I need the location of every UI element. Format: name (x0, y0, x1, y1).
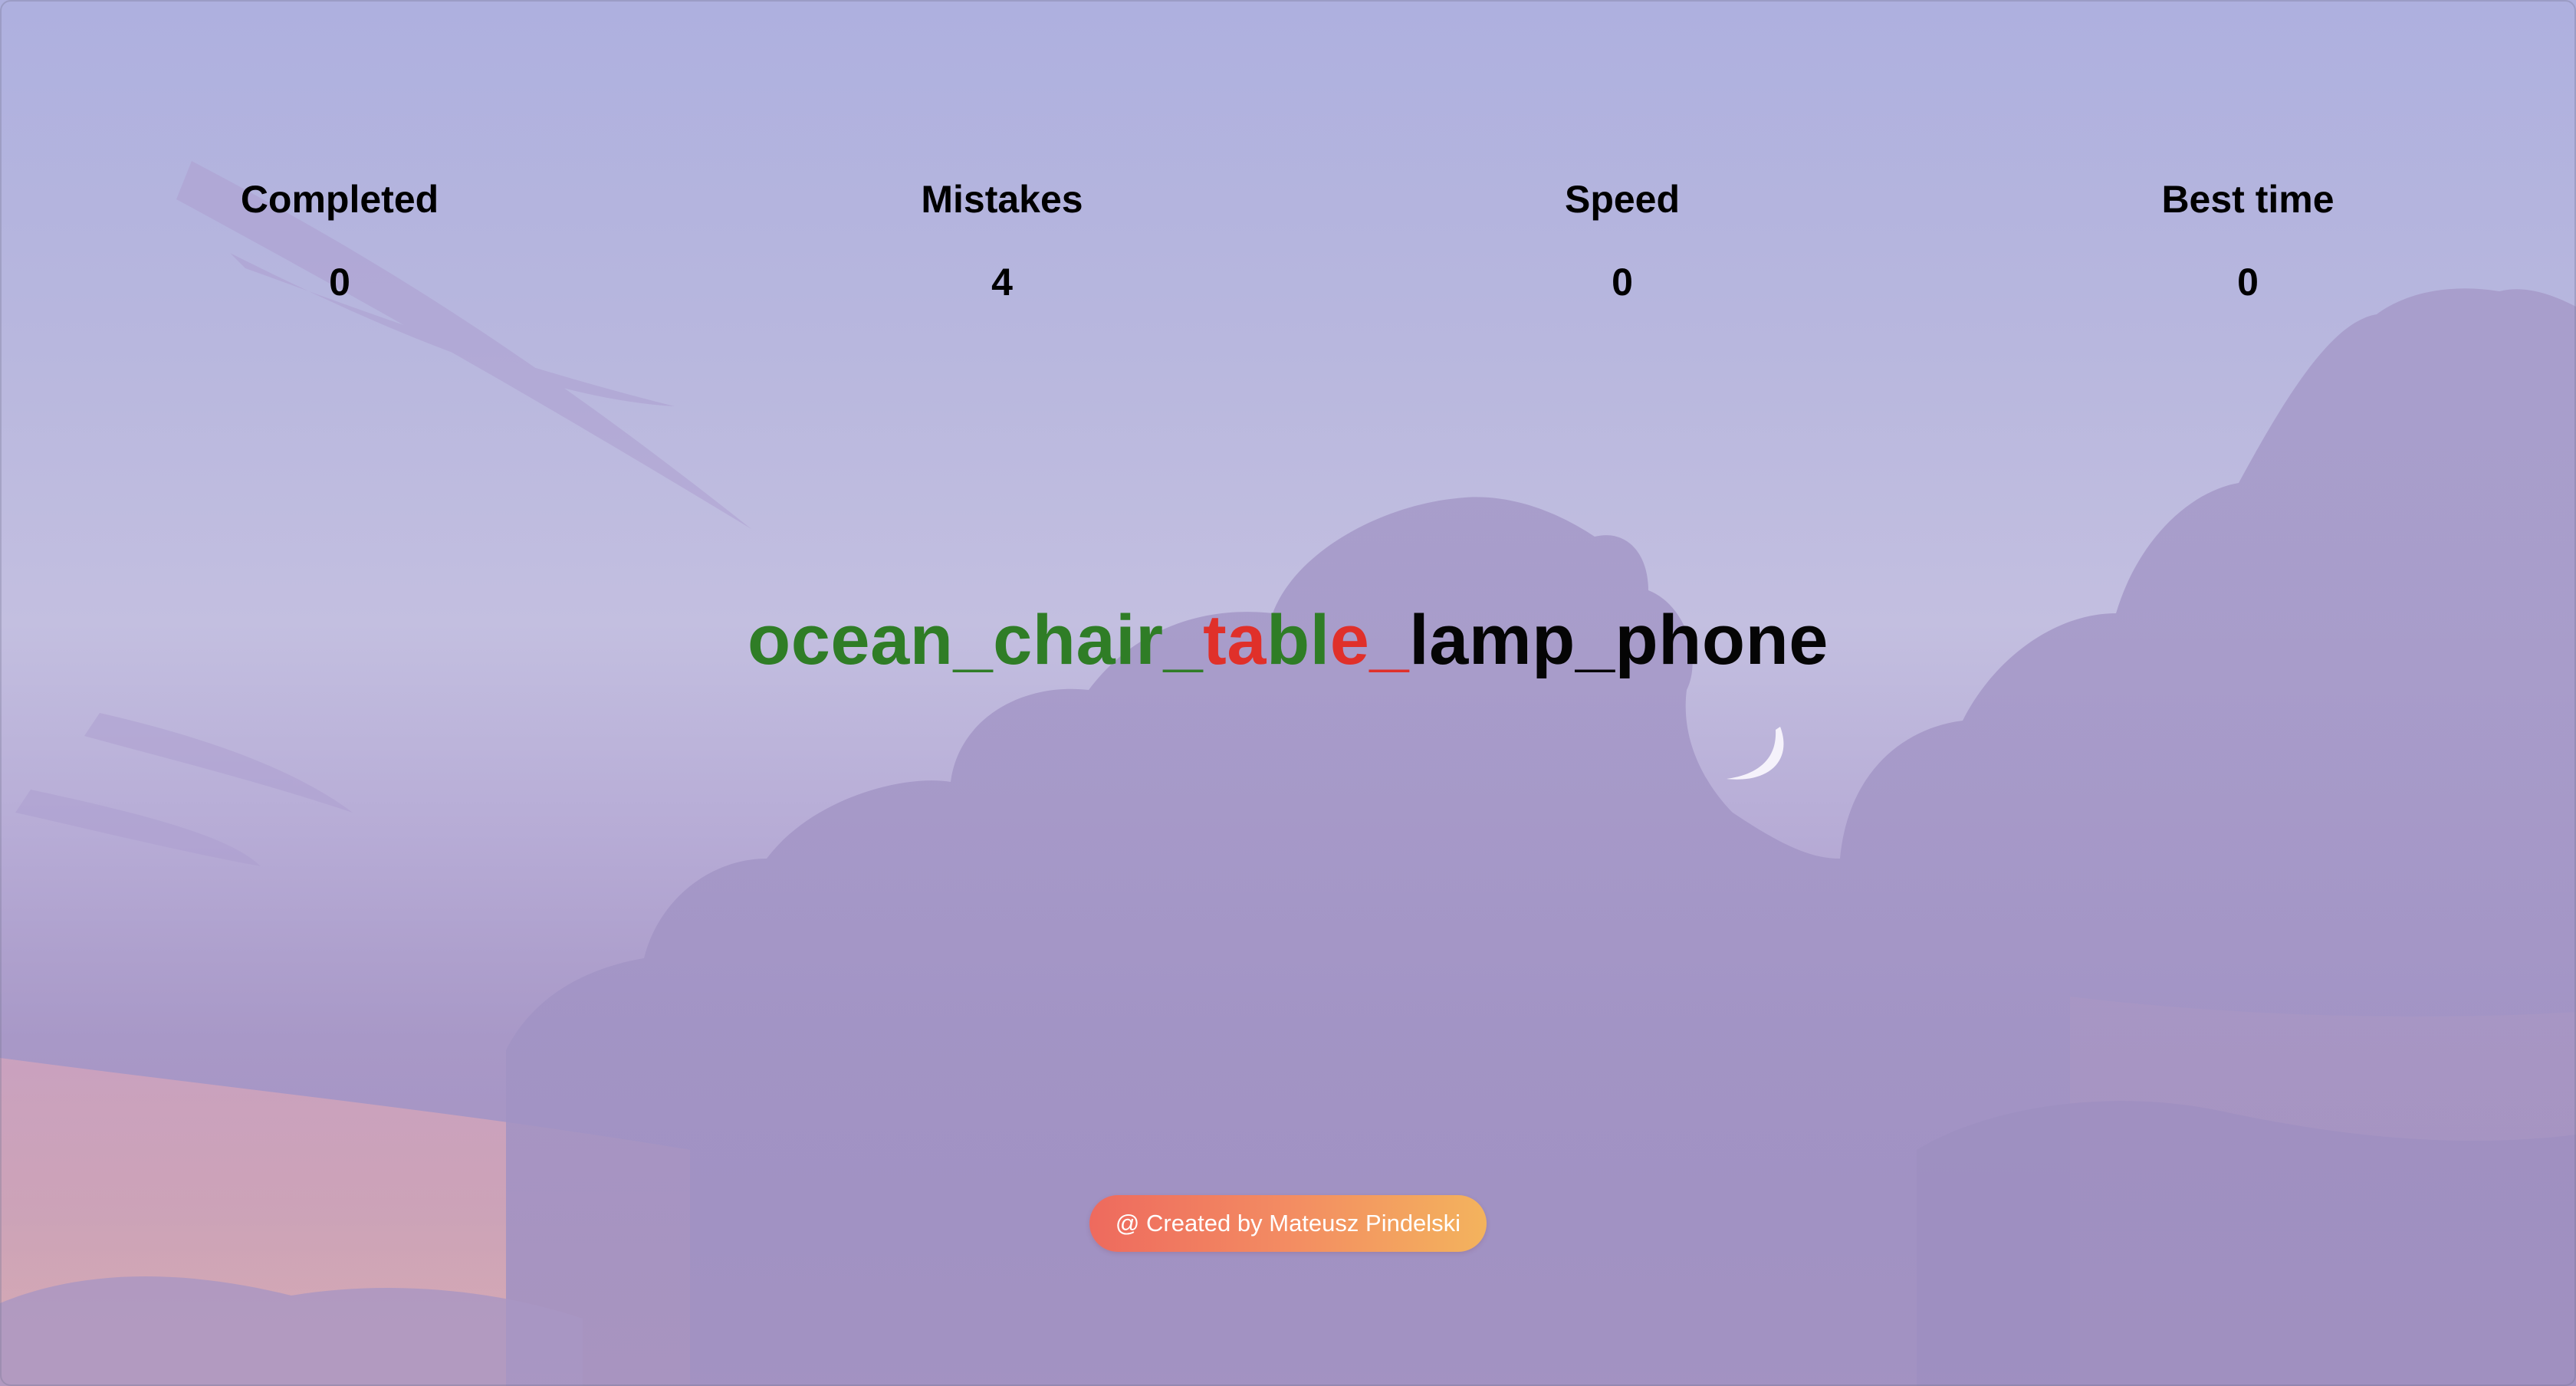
typed-correct-segment: ocean_chair_ (748, 601, 1204, 679)
pending-text-segment: lamp_phone (1409, 601, 1829, 679)
stat-speed-label: Speed (1564, 178, 1681, 221)
stat-completed-value: 0 (329, 261, 350, 304)
stat-mistakes: Mistakes 4 (810, 172, 1194, 309)
author-credit-badge[interactable]: @ Created by Mateusz Pindelski (1089, 1195, 1487, 1252)
stat-best-time-label: Best time (2161, 178, 2334, 221)
typed-correct-segment: bl (1266, 601, 1330, 679)
stat-best-time-value: 0 (2237, 261, 2259, 304)
typing-text[interactable]: ocean_chair_table_lamp_phone (0, 594, 2576, 686)
stat-completed-label: Completed (240, 178, 439, 221)
stat-best-time: Best time 0 (2056, 172, 2440, 309)
stat-mistakes-value: 4 (991, 261, 1013, 304)
stats-bar: Completed 0 Mistakes 4 Speed 0 Best time… (0, 172, 2576, 326)
typed-wrong-segment: ta (1203, 601, 1267, 679)
stat-mistakes-label: Mistakes (921, 178, 1083, 221)
stat-speed-value: 0 (1612, 261, 1633, 304)
stat-completed: Completed 0 (148, 172, 531, 309)
stat-speed: Speed 0 (1431, 172, 1814, 309)
typed-wrong-segment: e_ (1329, 601, 1410, 679)
